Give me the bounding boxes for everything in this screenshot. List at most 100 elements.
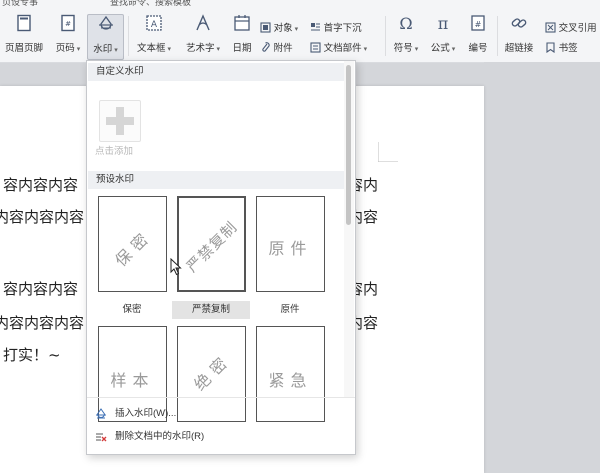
svg-text:#: # xyxy=(65,20,71,28)
wordart-icon xyxy=(196,14,210,31)
dropcap-icon xyxy=(311,23,320,31)
date-button[interactable]: 日期 xyxy=(228,14,256,58)
svg-text:#: # xyxy=(475,20,482,29)
plus-icon xyxy=(106,107,134,135)
dropcap-button[interactable]: 首字下沉 xyxy=(310,20,362,34)
bookmark-icon xyxy=(546,42,555,54)
header-footer-icon xyxy=(17,14,31,32)
doc-text-line: 容内容内容 xyxy=(3,280,79,298)
mouse-cursor-icon xyxy=(170,258,182,276)
ribbon-divider xyxy=(497,16,498,56)
formula-button[interactable]: π 公式 ▾ xyxy=(426,14,460,58)
watermark-caption: 原件 xyxy=(280,304,300,315)
chevron-down-icon: ▾ xyxy=(74,46,81,53)
chevron-down-icon: ▾ xyxy=(112,47,118,54)
page-number-icon: # xyxy=(61,14,75,32)
watermark-icon xyxy=(98,15,113,30)
doc-parts-button[interactable]: 文档部件 ▾ xyxy=(310,40,367,54)
watermark-preview-text: 紧急 xyxy=(268,371,313,390)
watermark-preview-text: 样本 xyxy=(110,371,155,390)
title-strip-text: 页设专事 xyxy=(2,0,39,7)
symbol-button[interactable]: Ω 符号 ▾ xyxy=(389,14,423,58)
add-watermark-label: 点击添加 xyxy=(95,146,134,157)
dropcap-label: 首字下沉 xyxy=(323,23,362,34)
omega-icon: Ω xyxy=(399,14,412,32)
command-search-input[interactable]: 查找命令、搜索模板 xyxy=(110,0,191,8)
ribbon-divider xyxy=(385,16,386,56)
date-label: 日期 xyxy=(232,43,252,54)
watermark-preview-text: 严禁复制 xyxy=(182,217,241,276)
watermark-preview-text: 保密 xyxy=(111,225,156,271)
custom-watermark-header: 自定义水印 xyxy=(88,63,344,81)
hyperlink-label: 超链接 xyxy=(504,43,534,54)
attachment-label: 附件 xyxy=(273,43,293,54)
menu-divider xyxy=(87,397,355,398)
paperclip-icon xyxy=(262,42,270,52)
header-footer-label: 页眉页脚 xyxy=(4,43,43,54)
chevron-down-icon: ▾ xyxy=(449,46,456,53)
textbox-button[interactable]: A 文本框 ▾ xyxy=(132,14,176,58)
watermark-caption: 保密 xyxy=(122,304,142,315)
doc-parts-icon xyxy=(310,42,321,53)
textbox-icon: A xyxy=(146,15,162,31)
object-icon xyxy=(260,22,271,33)
numbering-icon: # xyxy=(471,15,485,31)
watermark-caption: 严禁复制 xyxy=(172,301,250,319)
doc-text-line: 打实！~ xyxy=(3,346,61,364)
symbol-label: 符号 xyxy=(393,43,413,54)
chevron-down-icon: ▾ xyxy=(214,46,220,53)
ribbon-toolbar: 页设专事 查找命令、搜索模板 页眉页脚 # 页码 ▾ 水印 ▾ A 文本框 ▾ … xyxy=(0,0,600,63)
watermark-preset-original[interactable]: 原件 xyxy=(256,196,325,292)
hyperlink-button[interactable]: 超链接 xyxy=(500,14,538,58)
crossref-button[interactable]: 交叉引用 xyxy=(545,20,597,34)
watermark-preset-confidential[interactable]: 保密 xyxy=(98,196,167,292)
watermark-preview-text: 原件 xyxy=(268,239,313,258)
watermark-label: 水印 xyxy=(93,44,113,55)
formula-label: 公式 xyxy=(430,43,450,54)
watermark-button[interactable]: 水印 ▾ xyxy=(87,14,124,60)
crossref-label: 交叉引用 xyxy=(558,23,597,34)
watermark-icon xyxy=(96,408,106,419)
svg-text:A: A xyxy=(151,20,158,30)
doc-text-line: 内容内容内容 xyxy=(0,314,85,332)
delete-watermark-label: 删除文档中的水印(R) xyxy=(115,431,205,442)
numbering-button[interactable]: # 编号 xyxy=(464,14,492,58)
canvas-background xyxy=(484,62,600,473)
delete-watermark-item[interactable]: 删除文档中的水印(R) xyxy=(95,428,335,446)
title-strip: 页设专事 查找命令、搜索模板 xyxy=(0,0,600,8)
doc-text-line: 容内容内容 xyxy=(3,176,79,194)
link-icon xyxy=(511,18,527,28)
page-number-label: 页码 xyxy=(55,43,75,54)
pi-icon: π xyxy=(438,14,449,32)
object-label: 对象 xyxy=(273,23,293,34)
chevron-down-icon: ▾ xyxy=(361,46,368,53)
add-watermark-button[interactable] xyxy=(99,100,141,142)
doc-text-line: 内容内容内容 xyxy=(0,208,85,226)
insert-watermark-item[interactable]: 插入水印(W)... xyxy=(95,405,335,423)
attachment-button[interactable]: 附件 xyxy=(260,40,293,54)
numbering-label: 编号 xyxy=(468,43,488,54)
header-footer-button[interactable]: 页眉页脚 xyxy=(2,14,46,58)
watermark-preview-text: 绝密 xyxy=(190,349,235,395)
svg-text:π: π xyxy=(438,14,449,32)
delete-watermark-icon xyxy=(96,433,107,442)
margin-corner-mark xyxy=(378,142,398,162)
calendar-icon xyxy=(234,15,250,31)
bookmark-button[interactable]: 书签 xyxy=(545,40,578,54)
svg-text:Ω: Ω xyxy=(399,14,412,32)
preset-watermark-header: 预设水印 xyxy=(88,171,344,189)
textbox-label: 文本框 xyxy=(137,43,166,54)
wordart-label: 艺术字 xyxy=(186,43,215,54)
watermark-dropdown: 自定义水印 点击添加 预设水印 保密 严禁复制 原件 保密 严禁复制 原件 样本… xyxy=(86,60,356,455)
page-number-button[interactable]: # 页码 ▾ xyxy=(50,14,86,58)
chevron-down-icon: ▾ xyxy=(292,26,299,33)
object-button[interactable]: 对象 ▾ xyxy=(260,20,298,34)
chevron-down-icon: ▾ xyxy=(412,46,419,53)
doc-parts-label: 文档部件 xyxy=(323,43,362,54)
ribbon-divider xyxy=(128,16,129,56)
watermark-preset-no-copy[interactable]: 严禁复制 xyxy=(177,196,246,292)
insert-watermark-label: 插入水印(W)... xyxy=(115,408,177,419)
dropdown-scroll-thumb[interactable] xyxy=(346,65,351,225)
crossref-icon xyxy=(545,22,556,33)
wordart-button[interactable]: 艺术字 ▾ xyxy=(180,14,226,58)
